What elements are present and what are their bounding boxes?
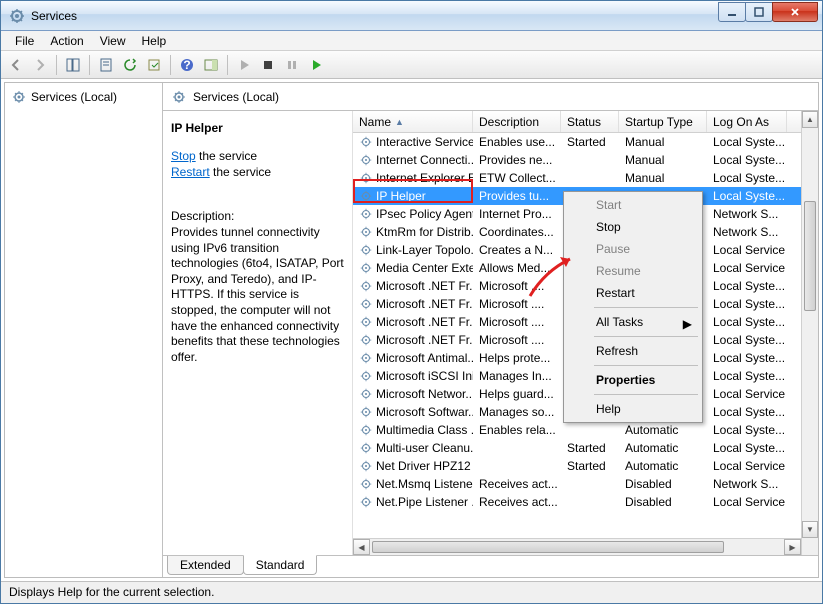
col-description[interactable]: Description bbox=[473, 111, 561, 132]
menu-file[interactable]: File bbox=[7, 32, 42, 50]
ctx-start[interactable]: Start bbox=[566, 194, 700, 216]
toolbar: ? bbox=[1, 51, 822, 79]
table-row[interactable]: Multimedia Class ...Enables rela...Autom… bbox=[353, 421, 818, 439]
scroll-left-button[interactable]: ◀ bbox=[353, 539, 370, 555]
context-menu: Start Stop Pause Resume Restart All Task… bbox=[563, 191, 703, 423]
hscroll-thumb[interactable] bbox=[372, 541, 724, 553]
restart-link[interactable]: Restart bbox=[171, 165, 210, 179]
export-button[interactable] bbox=[143, 54, 165, 76]
description-label: Description: bbox=[171, 209, 344, 223]
scroll-up-button[interactable]: ▲ bbox=[802, 111, 818, 128]
ctx-restart[interactable]: Restart bbox=[566, 282, 700, 304]
ctx-resume[interactable]: Resume bbox=[566, 260, 700, 282]
detail-pane: IP Helper Stop the service Restart the s… bbox=[163, 111, 353, 555]
ctx-all-tasks[interactable]: All Tasks▶ bbox=[566, 311, 700, 333]
col-startup[interactable]: Startup Type bbox=[619, 111, 707, 132]
tab-extended[interactable]: Extended bbox=[167, 556, 244, 575]
horizontal-scrollbar[interactable]: ◀ ▶ bbox=[353, 538, 801, 555]
view-tabs: Extended Standard bbox=[163, 555, 818, 577]
col-logon[interactable]: Log On As bbox=[707, 111, 787, 132]
scroll-thumb[interactable] bbox=[804, 201, 816, 311]
ctx-refresh[interactable]: Refresh bbox=[566, 340, 700, 362]
action-pane-button[interactable] bbox=[200, 54, 222, 76]
pause-service-button[interactable] bbox=[281, 54, 303, 76]
vertical-scrollbar[interactable]: ▲ ▼ bbox=[801, 111, 818, 555]
services-app-icon bbox=[9, 8, 25, 24]
description-text: Provides tunnel connectivity using IPv6 … bbox=[171, 225, 344, 365]
gear-icon bbox=[171, 89, 187, 105]
submenu-arrow-icon: ▶ bbox=[683, 317, 692, 331]
window-title: Services bbox=[31, 9, 77, 23]
ctx-pause[interactable]: Pause bbox=[566, 238, 700, 260]
selected-service-name: IP Helper bbox=[171, 121, 344, 135]
maximize-button[interactable] bbox=[745, 2, 773, 22]
ctx-help[interactable]: Help bbox=[566, 398, 700, 420]
menubar: File Action View Help bbox=[1, 31, 822, 51]
result-pane: Services (Local) IP Helper Stop the serv… bbox=[163, 83, 818, 577]
help-button[interactable]: ? bbox=[176, 54, 198, 76]
ctx-stop[interactable]: Stop bbox=[566, 216, 700, 238]
col-status[interactable]: Status bbox=[561, 111, 619, 132]
tab-standard[interactable]: Standard bbox=[243, 555, 318, 575]
svg-text:?: ? bbox=[183, 58, 190, 72]
col-name[interactable]: Name▲ bbox=[353, 111, 473, 132]
ctx-properties[interactable]: Properties bbox=[566, 369, 700, 391]
menu-view[interactable]: View bbox=[92, 32, 134, 50]
stop-service-button[interactable] bbox=[257, 54, 279, 76]
minimize-button[interactable] bbox=[718, 2, 746, 22]
start-service-button[interactable] bbox=[233, 54, 255, 76]
scroll-right-button[interactable]: ▶ bbox=[784, 539, 801, 555]
table-row[interactable]: Multi-user Cleanu...StartedAutomaticLoca… bbox=[353, 439, 818, 457]
scroll-down-button[interactable]: ▼ bbox=[802, 521, 818, 538]
status-text: Displays Help for the current selection. bbox=[9, 585, 214, 599]
console-tree[interactable]: Services (Local) bbox=[5, 83, 163, 577]
stop-link[interactable]: Stop bbox=[171, 149, 196, 163]
tree-root-label: Services (Local) bbox=[31, 90, 117, 104]
show-hide-tree-button[interactable] bbox=[62, 54, 84, 76]
sort-asc-icon: ▲ bbox=[395, 117, 404, 127]
grid-header: Name▲ Description Status Startup Type Lo… bbox=[353, 111, 818, 133]
back-button[interactable] bbox=[5, 54, 27, 76]
menu-help[interactable]: Help bbox=[134, 32, 175, 50]
result-header-title: Services (Local) bbox=[193, 90, 279, 104]
table-row[interactable]: Internet Connecti...Provides ne...Manual… bbox=[353, 151, 818, 169]
main-area: Services (Local) Services (Local) IP Hel… bbox=[4, 82, 819, 578]
table-row[interactable]: Interactive Service...Enables use...Star… bbox=[353, 133, 818, 151]
refresh-button[interactable] bbox=[119, 54, 141, 76]
result-header: Services (Local) bbox=[163, 83, 818, 111]
forward-button[interactable] bbox=[29, 54, 51, 76]
statusbar: Displays Help for the current selection. bbox=[1, 581, 822, 603]
services-grid[interactable]: Name▲ Description Status Startup Type Lo… bbox=[353, 111, 818, 555]
gear-icon bbox=[11, 89, 27, 105]
services-window: Services File Action View Help ? bbox=[0, 0, 823, 604]
menu-action[interactable]: Action bbox=[42, 32, 91, 50]
table-row[interactable]: Net Driver HPZ12StartedAutomaticLocal Se… bbox=[353, 457, 818, 475]
properties-button[interactable] bbox=[95, 54, 117, 76]
table-row[interactable]: Net.Pipe Listener ...Receives act...Disa… bbox=[353, 493, 818, 511]
tree-root-services-local[interactable]: Services (Local) bbox=[9, 87, 158, 107]
restart-service-button[interactable] bbox=[305, 54, 327, 76]
table-row[interactable]: Internet Explorer E...ETW Collect...Manu… bbox=[353, 169, 818, 187]
table-row[interactable]: Net.Msmq Listene...Receives act...Disabl… bbox=[353, 475, 818, 493]
close-button[interactable] bbox=[772, 2, 818, 22]
titlebar[interactable]: Services bbox=[1, 1, 822, 31]
